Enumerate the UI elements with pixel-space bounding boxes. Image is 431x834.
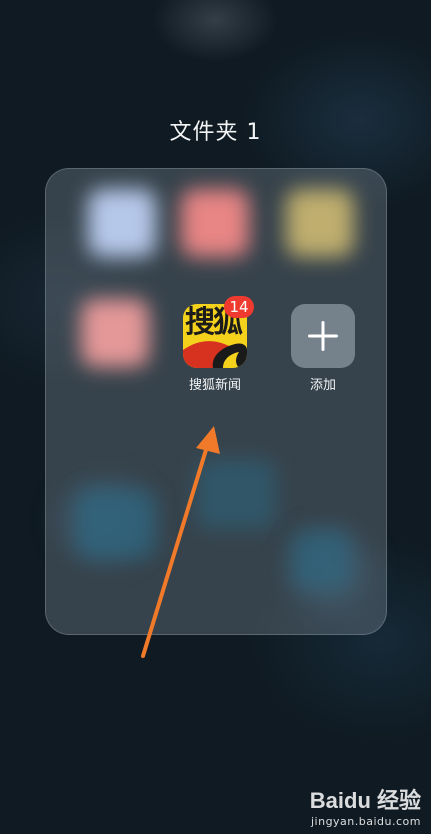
blurred-app-icon [286, 189, 354, 257]
add-app-button[interactable] [291, 304, 355, 368]
blurred-app-icon [196, 459, 276, 529]
blurred-app-icon [76, 489, 156, 559]
blurred-app-icon [88, 189, 156, 257]
folder-panel: 搜狐 14 搜狐新闻 添加 [45, 168, 387, 635]
app-label-add: 添加 [309, 378, 336, 393]
blurred-app-icon [291, 529, 351, 589]
blurred-app-icon [181, 189, 249, 257]
baidu-jingyan-watermark: Baidu 经验 jingyan.baidu.com [291, 783, 421, 828]
watermark-logo: Baidu 经验 [309, 788, 421, 813]
watermark-url: jingyan.baidu.com [310, 815, 421, 828]
app-label-sohu-news: 搜狐新闻 [188, 378, 241, 393]
folder-title[interactable]: 文件夹 1 [0, 114, 431, 146]
blurred-app-icon [81, 299, 149, 367]
fox-tail-graphic [183, 341, 247, 368]
notification-badge: 14 [224, 296, 254, 318]
plus-icon [308, 321, 338, 351]
